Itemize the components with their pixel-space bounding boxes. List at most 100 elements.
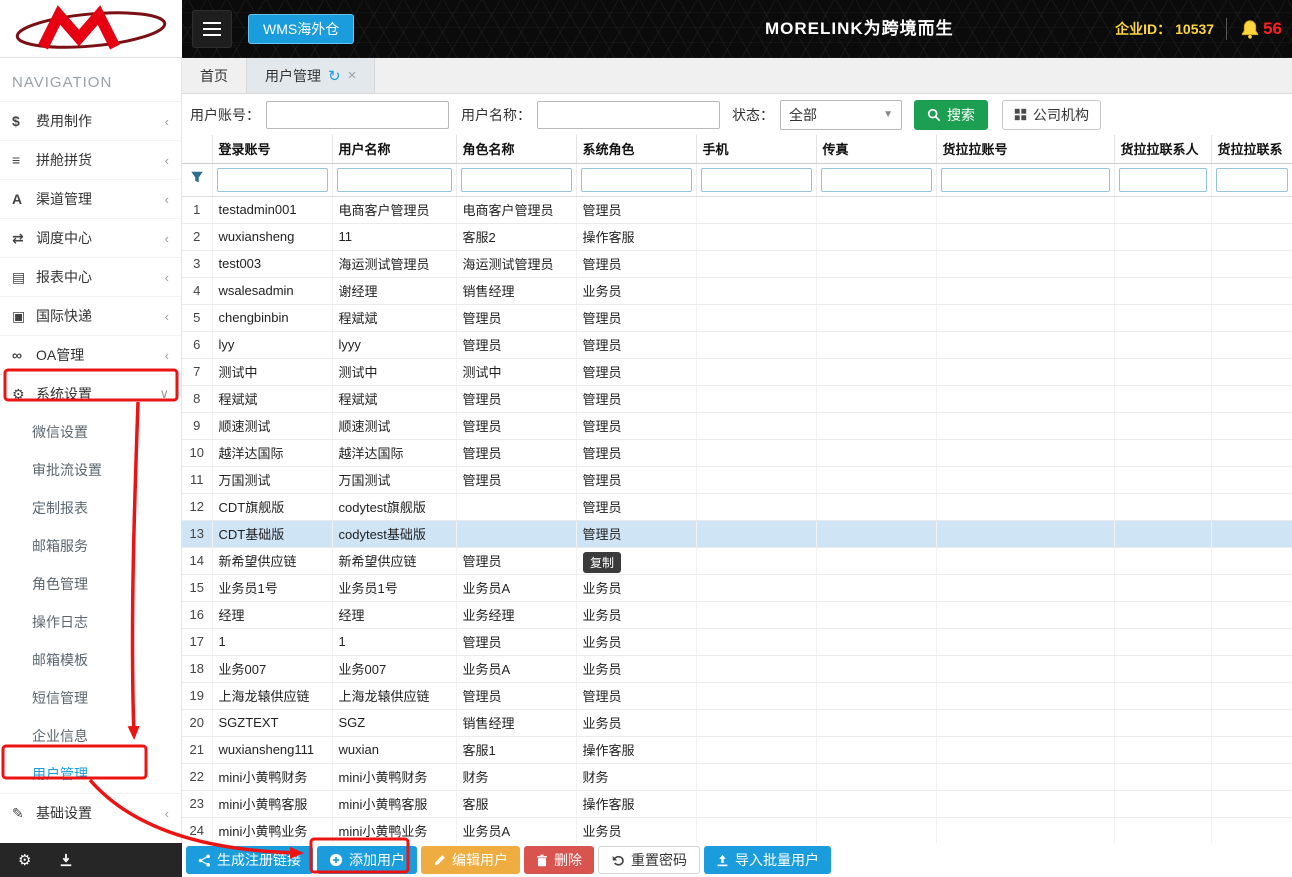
refresh-icon[interactable]: ↻ (328, 67, 341, 85)
sidebar-item-拼舱拼货[interactable]: ≡ 拼舱拼货 ‹ (0, 140, 181, 179)
column-header[interactable]: 手机 (696, 135, 817, 164)
table-row[interactable]: 15 业务员1号 业务员1号 业务员A 业务员 (182, 574, 1292, 602)
table-row[interactable]: 1 testadmin001 电商客户管理员 电商客户管理员 管理员 (182, 196, 1292, 224)
wms-overseas-warehouse-button[interactable]: WMS海外仓 (248, 14, 355, 44)
filter-funnel-icon[interactable] (182, 163, 213, 197)
table-row[interactable]: 19 上海龙辕供应链 上海龙辕供应链 管理员 管理员 (182, 682, 1292, 710)
sidebar-subitem-微信设置[interactable]: 微信设置 (0, 413, 181, 451)
column-filter-input[interactable] (700, 167, 812, 192)
table-row[interactable]: 16 经理 经理 业务经理 业务员 (182, 601, 1292, 629)
upload-button[interactable]: 导入批量用户 (704, 846, 831, 874)
gear-icon[interactable]: ⚙ (18, 851, 31, 869)
table-cell (696, 358, 817, 386)
sidebar-item-基础设置[interactable]: ✎ 基础设置 ‹ (0, 793, 181, 832)
table-cell: chengbinbin (212, 304, 333, 332)
table-row[interactable]: 12 CDT旗舰版 codytest旗舰版 管理员 (182, 493, 1292, 521)
sidebar-item-label: 基础设置 (36, 805, 92, 821)
column-header[interactable]: 用户名称 (332, 135, 457, 164)
table-row[interactable]: 13 CDT基础版 codytest基础版 管理员 (182, 520, 1292, 548)
column-filter-input[interactable] (336, 167, 452, 192)
sidebar-subitem-短信管理[interactable]: 短信管理 (0, 679, 181, 717)
table-cell (1211, 736, 1292, 764)
pencil-button[interactable]: 编辑用户 (421, 846, 520, 874)
row-number-cell: 6 (182, 331, 213, 359)
table-row[interactable]: 6 lyy lyyy 管理员 管理员 (182, 331, 1292, 359)
sidebar-subitem-邮箱模板[interactable]: 邮箱模板 (0, 641, 181, 679)
table-row[interactable]: 3 test003 海运测试管理员 海运测试管理员 管理员 (182, 250, 1292, 278)
sidebar-item-渠道管理[interactable]: A 渠道管理 ‹ (0, 179, 181, 218)
undo-button[interactable]: 重置密码 (598, 846, 700, 874)
company-org-button[interactable]: 公司机构 (1002, 99, 1101, 130)
column-header[interactable]: 传真 (816, 135, 937, 164)
sidebar-subitem-审批流设置[interactable]: 审批流设置 (0, 451, 181, 489)
download-icon[interactable] (59, 853, 73, 867)
table-cell (936, 250, 1115, 278)
table-cell: 程斌斌 (212, 385, 333, 413)
table-row[interactable]: 22 mini小黄鸭财务 mini小黄鸭财务 财务 财务 (182, 763, 1292, 791)
column-filter-input[interactable] (580, 167, 692, 192)
column-header[interactable]: 货拉拉联系人 (1114, 135, 1212, 164)
table-row[interactable]: 4 wsalesadmin 谢经理 销售经理 业务员 (182, 277, 1292, 305)
table-row[interactable]: 8 程斌斌 程斌斌 管理员 管理员 (182, 385, 1292, 413)
table-row[interactable]: 5 chengbinbin 程斌斌 管理员 管理员 (182, 304, 1292, 332)
sidebar-subitem-定制报表[interactable]: 定制报表 (0, 489, 181, 527)
status-select[interactable]: 全部 ▼ (780, 99, 902, 130)
table-row[interactable]: 23 mini小黄鸭客服 mini小黄鸭客服 客服 操作客服 (182, 790, 1292, 818)
chevron-left-icon: ‹ (164, 347, 169, 363)
column-filter-input[interactable] (1118, 167, 1207, 192)
sidebar-subitem-邮箱服务[interactable]: 邮箱服务 (0, 527, 181, 565)
close-icon[interactable]: × (348, 67, 357, 84)
column-header[interactable]: 货拉拉联系 (1211, 135, 1292, 164)
column-header[interactable]: 系统角色 (576, 135, 697, 164)
table-cell (816, 412, 937, 440)
notification-bell-icon[interactable]: 56 (1239, 17, 1282, 41)
column-header[interactable]: 货拉拉账号 (936, 135, 1115, 164)
table-cell (1211, 547, 1292, 575)
sidebar-item-系统设置[interactable]: ⚙ 系统设置 ∨ (0, 374, 181, 413)
sidebar-item-国际快递[interactable]: ▣ 国际快递 ‹ (0, 296, 181, 335)
button-label: 重置密码 (631, 852, 687, 868)
share-button[interactable]: 生成注册链接 (186, 846, 313, 874)
table-row[interactable]: 9 顺速测试 顺速测试 管理员 管理员 (182, 412, 1292, 440)
plus-button[interactable]: 添加用户 (317, 846, 417, 874)
table-row[interactable]: 24 mini小黄鸭业务 mini小黄鸭业务 业务员A 业务员 (182, 817, 1292, 845)
table-cell (1211, 682, 1292, 710)
row-number-cell: 16 (182, 601, 213, 629)
name-input[interactable] (537, 100, 720, 129)
sidebar-subitem-角色管理[interactable]: 角色管理 (0, 565, 181, 603)
table-cell: 管理员 (576, 493, 697, 521)
trash-button[interactable]: 删除 (524, 846, 594, 874)
sidebar-item-报表中心[interactable]: ▤ 报表中心 ‹ (0, 257, 181, 296)
sidebar-subitem-企业信息[interactable]: 企业信息 (0, 717, 181, 755)
search-button[interactable]: 搜索 (914, 99, 988, 130)
sidebar-item-费用制作[interactable]: $ 费用制作 ‹ (0, 101, 181, 140)
column-filter-input[interactable] (460, 167, 572, 192)
table-row[interactable]: 20 SGZTEXT SGZ 销售经理 业务员 (182, 709, 1292, 737)
sidebar-subitem-用户管理[interactable]: 用户管理 (0, 755, 181, 793)
tab-home[interactable]: 首页 (182, 58, 247, 93)
table-row[interactable]: 18 业务007 业务007 业务员A 业务员 (182, 655, 1292, 683)
table-row[interactable]: 14新希望供应链新希望供应链管理员管理员 (182, 547, 1292, 575)
table-cell (1114, 196, 1212, 224)
table-row[interactable]: 7 测试中 测试中 测试中 管理员 (182, 358, 1292, 386)
sidebar-item-OA管理[interactable]: ∞ OA管理 ‹ (0, 335, 181, 374)
table-row[interactable]: 10 越洋达国际 越洋达国际 管理员 管理员 (182, 439, 1292, 467)
hamburger-menu-icon[interactable] (192, 10, 232, 48)
table-row[interactable]: 21 wuxiansheng111 wuxian 客服1 操作客服 (182, 736, 1292, 764)
tab-user-management[interactable]: 用户管理 ↻ × (247, 58, 376, 93)
column-filter-input[interactable] (216, 167, 328, 192)
table-cell: codytest基础版 (332, 520, 457, 548)
sidebar-item-调度中心[interactable]: ⇄ 调度中心 ‹ (0, 218, 181, 257)
column-filter-input[interactable] (1215, 167, 1288, 192)
table-row[interactable]: 17 1 1 管理员 业务员 (182, 628, 1292, 656)
table-cell: testadmin001 (212, 196, 333, 224)
column-filter-input[interactable] (820, 167, 932, 192)
sidebar-subitem-操作日志[interactable]: 操作日志 (0, 603, 181, 641)
account-input[interactable] (266, 100, 449, 129)
column-header[interactable]: 角色名称 (456, 135, 577, 164)
table-row[interactable]: 2 wuxiansheng 11 客服2 操作客服 (182, 223, 1292, 251)
column-header[interactable]: 登录账号 (212, 135, 333, 164)
table-row[interactable]: 11 万国测试 万国测试 管理员 管理员 (182, 466, 1292, 494)
column-filter-input[interactable] (940, 167, 1110, 192)
table-cell (1211, 817, 1292, 845)
